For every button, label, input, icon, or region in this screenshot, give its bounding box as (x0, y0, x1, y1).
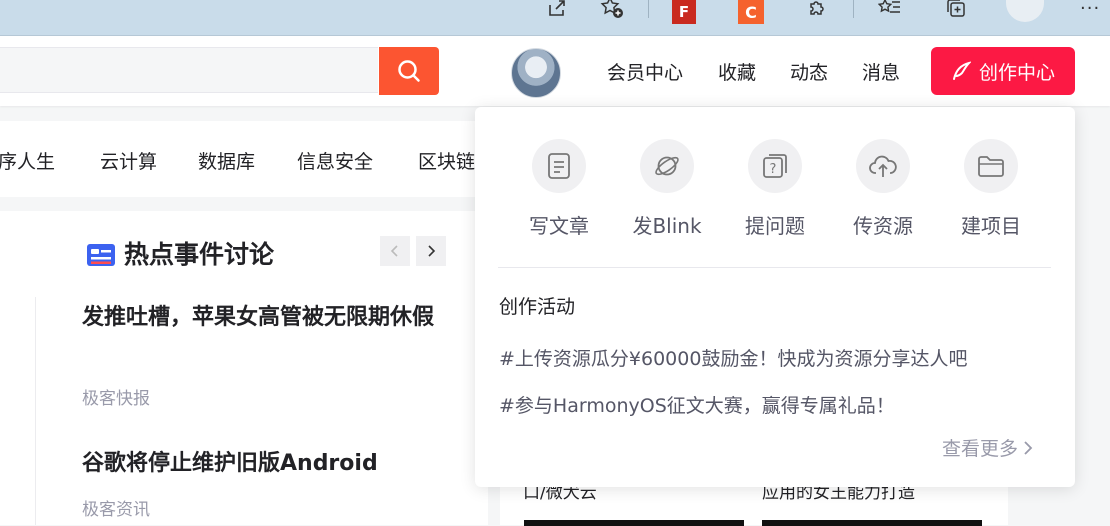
next-button[interactable] (416, 236, 446, 266)
site-header: 会员中心 收藏 动态 消息 创作中心 (0, 36, 1110, 106)
chevron-right-icon (1024, 440, 1033, 455)
post-blink-button[interactable]: 发Blink (619, 139, 715, 239)
more-icon[interactable]: ··· (1080, 0, 1100, 19)
browser-profile-avatar[interactable] (1006, 0, 1044, 22)
chevron-right-icon (428, 245, 436, 257)
article-title[interactable]: 发推吐槽，苹果女高管被无限期休假 (82, 301, 454, 335)
user-avatar[interactable] (511, 48, 561, 98)
create-project-button[interactable]: 建项目 (943, 139, 1039, 239)
dropdown-divider (498, 267, 1051, 268)
quick-action-label: 提问题 (745, 214, 805, 238)
favorite-add-icon[interactable] (598, 0, 626, 22)
activity-link[interactable]: #上传资源瓜分¥60000鼓励金！快成为资源分享达人吧 (499, 344, 967, 371)
article-source: 极客快报 (82, 389, 150, 409)
flash-extension-icon[interactable]: F (672, 0, 696, 24)
collections-icon[interactable] (942, 0, 970, 22)
hot-topics-card: 热点事件讨论 发推吐槽，苹果女高管被无限期休假 极客快报 谷歌将停止维护旧版An… (0, 211, 488, 525)
category-item[interactable]: 序人生 (0, 147, 55, 174)
thumbnail[interactable] (762, 520, 982, 526)
category-nav: 序人生 云计算 数据库 信息安全 区块链 (0, 121, 520, 197)
svg-text:?: ? (770, 162, 777, 177)
creation-center-label: 创作中心 (978, 61, 1055, 84)
folder-icon (978, 156, 1004, 177)
quill-pen-icon (952, 61, 971, 80)
ask-question-button[interactable]: ? 提问题 (727, 139, 823, 239)
activity-heading: 创作活动 (499, 296, 576, 318)
category-item[interactable]: 云计算 (100, 147, 157, 174)
share-icon[interactable] (543, 0, 571, 22)
search-input[interactable] (0, 47, 378, 93)
thumbnail[interactable] (524, 520, 744, 526)
document-icon (548, 153, 570, 179)
quick-action-label: 发Blink (632, 214, 702, 238)
creation-dropdown: 写文章 发Blink ? 提问题 传资源 建项目 创作活动 #上传资源瓜分¥60… (475, 107, 1075, 487)
article-source: 极客资讯 (82, 500, 150, 520)
hot-topics-title: 热点事件讨论 (124, 240, 275, 269)
question-icon: ? (763, 154, 787, 178)
article-title[interactable]: 谷歌将停止维护旧版Android (82, 447, 454, 481)
category-item[interactable]: 数据库 (198, 147, 255, 174)
upload-resource-button[interactable]: 传资源 (835, 139, 931, 239)
chevron-left-icon (390, 245, 398, 257)
csdn-extension-icon[interactable]: C (738, 0, 764, 24)
search-button[interactable] (379, 47, 439, 95)
toolbar-separator (853, 0, 854, 18)
prev-button[interactable] (380, 236, 410, 266)
toolbar-separator (648, 0, 649, 18)
planet-icon (655, 156, 679, 176)
cloud-upload-icon (869, 155, 897, 177)
quick-action-label: 写文章 (529, 214, 589, 238)
category-item[interactable]: 区块链 (418, 147, 475, 174)
nav-messages[interactable]: 消息 (862, 58, 900, 85)
nav-member-center[interactable]: 会员中心 (607, 58, 683, 85)
nav-favorites[interactable]: 收藏 (718, 58, 756, 85)
write-article-button[interactable]: 写文章 (511, 139, 607, 239)
search-icon (398, 60, 420, 82)
quick-action-label: 传资源 (853, 214, 913, 238)
hot-topics-icon (87, 244, 115, 266)
quick-action-label: 建项目 (961, 214, 1021, 238)
favorites-list-icon[interactable] (876, 0, 904, 22)
browser-toolbar: F C ··· (0, 0, 1110, 36)
nav-activity[interactable]: 动态 (790, 58, 828, 85)
category-item[interactable]: 信息安全 (297, 147, 373, 174)
activity-link[interactable]: #参与HarmonyOS征文大赛，赢得专属礼品！ (499, 391, 895, 418)
creation-center-button[interactable]: 创作中心 (931, 47, 1075, 95)
divider (35, 297, 36, 525)
extensions-puzzle-icon[interactable] (803, 0, 831, 22)
view-more-link[interactable]: 查看更多 (942, 434, 1034, 461)
view-more-label: 查看更多 (942, 438, 1019, 460)
